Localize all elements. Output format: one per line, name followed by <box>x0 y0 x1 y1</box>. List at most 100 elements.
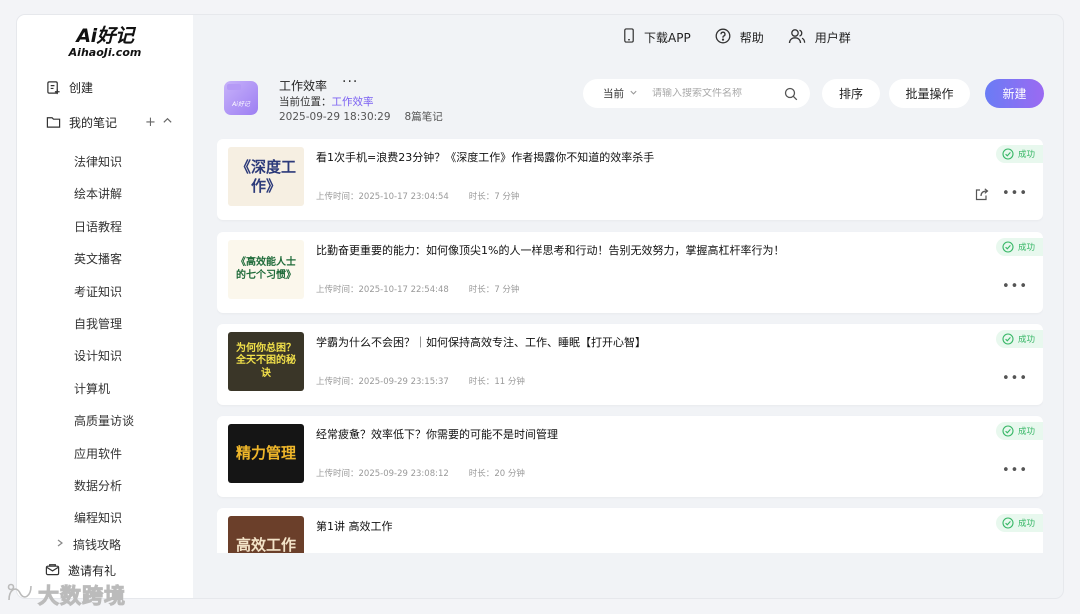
note-card[interactable]: 为何你总困？全天不困的秘诀 学霸为什么不会困？｜如何保持高效专注、工作、睡眠【打开… <box>217 324 1043 405</box>
sidebar-folder-item[interactable]: 设计知识 <box>74 340 134 372</box>
more-options-icon[interactable]: ••• <box>1002 279 1028 294</box>
note-thumbnail: 《深度工作》 <box>228 147 304 206</box>
more-options-icon[interactable]: ••• <box>1002 371 1028 386</box>
sidebar-folder-item[interactable]: 法律知识 <box>74 146 134 178</box>
note-actions: ••• <box>1002 463 1028 478</box>
sidebar: Ai好记 AihaoJi.com 创建 我的笔记 + 法律知识 绘本讲解 日语教程英… <box>17 15 193 598</box>
invite-label: 邀请有礼 <box>68 563 117 578</box>
note-thumbnail: 精力管理 <box>228 424 304 483</box>
watermark-text: 大数跨境 <box>38 584 126 609</box>
note-title[interactable]: 第1讲 高效工作 <box>316 518 393 534</box>
duration: 7 分钟 <box>494 192 520 202</box>
sidebar-folder-item[interactable]: 数据分析 <box>74 470 134 502</box>
note-meta: 上传时间：2025-10-17 22:54:48 时长：7 分钟 <box>316 283 519 295</box>
sort-button[interactable]: 排序 <box>822 79 880 108</box>
folder-item-collapsed[interactable]: 搞钱攻略 <box>55 534 121 554</box>
upload-time-label: 上传时间： <box>316 469 359 479</box>
search-input[interactable] <box>652 88 772 99</box>
sidebar-folder-item[interactable]: 考证知识 <box>74 276 134 308</box>
note-meta: 上传时间：2025-09-29 23:15:37 时长：11 分钟 <box>316 375 525 387</box>
user-group-label: 用户群 <box>814 30 851 45</box>
duration: 7 分钟 <box>494 285 520 295</box>
note-actions: ••• <box>1002 371 1028 386</box>
sidebar-folder-item[interactable]: 英文播客 <box>74 243 134 275</box>
watermark: 大数跨境 <box>6 580 126 610</box>
upload-time: 2025-10-17 23:04:54 <box>358 192 449 202</box>
note-thumbnail-text: 《高效能人士的七个习惯》 <box>236 257 296 281</box>
more-options-icon[interactable]: ••• <box>1002 463 1028 478</box>
note-card[interactable]: 《深度工作》 看1次手机=浪费23分钟？《深度工作》作者揭露你不知道的效率杀手上传… <box>217 139 1043 220</box>
note-title[interactable]: 比勤奋更重要的能力：如何像顶尖1%的人一样思考和行动！告别无效努力，掌握高杠杆率… <box>316 242 784 258</box>
duration: 20 分钟 <box>494 469 525 479</box>
status-badge: 成功 <box>995 330 1043 348</box>
sidebar-folder-item[interactable]: 计算机 <box>74 373 134 405</box>
breadcrumb-current[interactable]: 工作效率 <box>332 96 374 108</box>
upload-time-label: 上传时间： <box>316 192 359 202</box>
logo-domain: AihaoJi.com <box>68 46 142 59</box>
status-text: 成功 <box>1017 519 1035 529</box>
collapsed-folder-label: 搞钱攻略 <box>73 537 122 552</box>
create-label: 创建 <box>69 80 94 95</box>
note-title[interactable]: 经常疲惫？效率低下？你需要的可能不是时间管理 <box>316 426 558 442</box>
note-thumbnail: 高效工作 <box>228 516 304 553</box>
collapse-chevron-icon[interactable] <box>162 115 173 130</box>
sidebar-folder-item[interactable]: 编程知识 <box>74 502 134 534</box>
note-title[interactable]: 看1次手机=浪费23分钟？《深度工作》作者揭露你不知道的效率杀手 <box>316 149 654 165</box>
note-title[interactable]: 学霸为什么不会困？｜如何保持高效专注、工作、睡眠【打开心智】 <box>316 334 646 350</box>
note-thumbnail-text: 《深度工作》 <box>235 157 296 195</box>
duration-label: 时长： <box>468 192 495 202</box>
note-thumbnail-text: 精力管理 <box>235 444 296 463</box>
note-card[interactable]: 高效工作第1讲 高效工作上传时间：2025-09-29 22:59:47时长：9… <box>217 508 1043 553</box>
phone-icon <box>623 28 635 46</box>
folder-more-icon[interactable]: ··· <box>342 74 358 90</box>
share-icon[interactable] <box>975 187 989 201</box>
sidebar-folder-item[interactable]: 应用软件 <box>74 438 134 470</box>
check-circle-icon <box>1002 333 1014 345</box>
search-scope-select[interactable]: 当前 <box>603 86 638 101</box>
folder-note-count: 8篇笔记 <box>404 111 443 123</box>
duration: 11 分钟 <box>494 377 525 387</box>
add-folder-icon[interactable]: + <box>145 115 156 130</box>
search-icon[interactable] <box>784 87 798 101</box>
folder-thumbnail: Ai好记 <box>224 81 258 115</box>
new-note-button[interactable]: 新建 <box>985 79 1044 108</box>
my-notes-actions: + <box>145 115 173 130</box>
sidebar-folder-item[interactable]: 绘本讲解 <box>74 178 134 210</box>
upload-time: 2025-09-29 23:08:12 <box>358 469 449 479</box>
upload-time-label: 上传时间： <box>316 285 359 295</box>
folder-date: 2025-09-29 18:30:29 <box>279 111 391 123</box>
status-text: 成功 <box>1017 150 1035 160</box>
note-actions: ••• <box>1002 279 1028 294</box>
invite-button[interactable]: 邀请有礼 <box>45 560 116 580</box>
note-thumbnail: 《高效能人士的七个习惯》 <box>228 240 304 299</box>
help-label: 帮助 <box>739 30 764 45</box>
check-circle-icon <box>1002 148 1014 160</box>
my-notes-label: 我的笔记 <box>69 115 118 130</box>
my-notes-nav[interactable]: 我的笔记 + <box>45 111 172 133</box>
upload-time: 2025-10-17 22:54:48 <box>358 285 449 295</box>
users-icon <box>788 28 806 47</box>
logo[interactable]: Ai好记 AihaoJi.com <box>65 21 145 59</box>
duration-label: 时长： <box>468 469 495 479</box>
more-options-icon[interactable]: ••• <box>1002 186 1028 201</box>
watermark-logo-icon <box>6 582 34 609</box>
notes-list: 《深度工作》 看1次手机=浪费23分钟？《深度工作》作者揭露你不知道的效率杀手上传… <box>217 131 1043 553</box>
chevron-down-icon <box>629 88 638 100</box>
app-window: Ai好记 AihaoJi.com 创建 我的笔记 + 法律知识 绘本讲解 日语教程英… <box>17 15 1063 598</box>
note-meta: 上传时间：2025-10-17 23:04:54 时长：7 分钟 <box>316 190 519 202</box>
note-card[interactable]: 《高效能人士的七个习惯》 比勤奋更重要的能力：如何像顶尖1%的人一样思考和行动！告… <box>217 232 1043 313</box>
folder-list: 法律知识 绘本讲解 日语教程 英文播客 考证知识 自我管理 设计知识 计算机 高质量访谈 应用软件… <box>74 146 134 535</box>
user-group-link[interactable]: 用户群 <box>788 28 851 47</box>
batch-operation-button[interactable]: 批量操作 <box>889 79 970 108</box>
sidebar-folder-item[interactable]: 日语教程 <box>74 211 134 243</box>
status-text: 成功 <box>1017 335 1035 345</box>
download-app-link[interactable]: 下载APP <box>623 28 691 46</box>
status-badge: 成功 <box>995 145 1043 163</box>
breadcrumb: 当前位置：工作效率 <box>279 94 374 109</box>
help-link[interactable]: 帮助 <box>715 28 764 47</box>
upload-time: 2025-09-29 23:15:37 <box>358 377 449 387</box>
note-card[interactable]: 精力管理 经常疲惫？效率低下？你需要的可能不是时间管理上传时间：2025-09-2… <box>217 416 1043 497</box>
sidebar-folder-item[interactable]: 自我管理 <box>74 308 134 340</box>
sidebar-folder-item[interactable]: 高质量访谈 <box>74 405 134 437</box>
create-button[interactable]: 创建 <box>45 76 93 98</box>
